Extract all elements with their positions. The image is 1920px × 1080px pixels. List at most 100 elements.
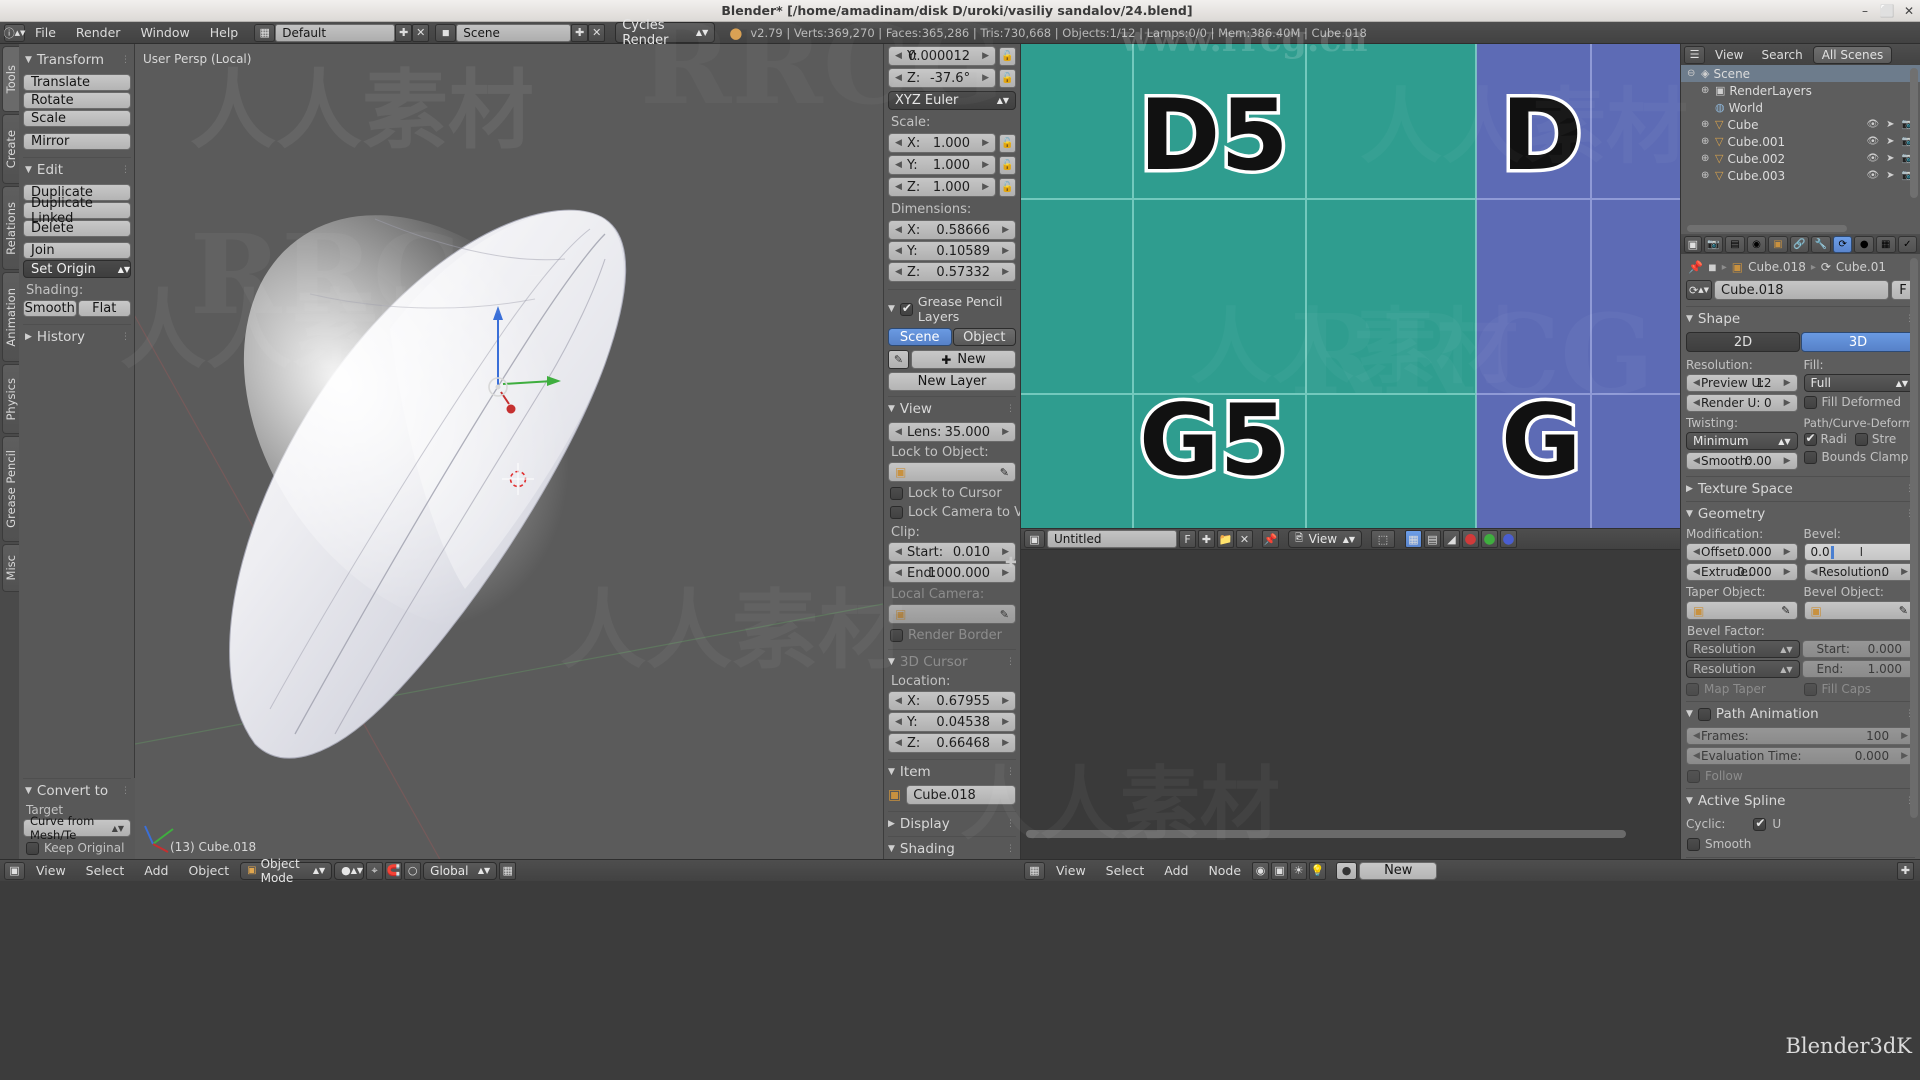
bevel-object-field[interactable]: ▣ ✎ [1804,601,1916,620]
cursor-arrow-icon[interactable]: ➤ [1886,136,1894,147]
lock-to-cursor-checkbox[interactable] [890,487,903,500]
eyedropper-icon[interactable]: ✎ [1000,608,1009,621]
lens-value[interactable]: 35.000 [945,425,991,440]
outliner-editor-type-icon[interactable]: ☰ [1684,46,1705,64]
scene-remove-button[interactable]: ✕ [588,24,605,42]
uv-texture-preview[interactable]: D5 D G5 G [1021,44,1680,528]
breadcrumb-data[interactable]: Cube.01 [1836,260,1886,274]
curve-datablock-name-field[interactable]: Cube.018 [1714,280,1889,300]
outliner-row[interactable]: ⊕▽Cube.003👁➤📷 [1681,167,1920,184]
outliner-menu-view[interactable]: View [1707,48,1751,62]
outliner-menu-search[interactable]: Search [1753,48,1810,62]
uv-channel-zdepth-button[interactable]: ◢ [1443,530,1460,548]
panel-header-texture-space[interactable]: ▶ Texture Space ⋮ [1686,481,1915,497]
bounds-clamp-checkbox[interactable] [1804,451,1817,464]
scene-add-button[interactable]: ✚ [571,24,588,42]
twisting-method-select[interactable]: Minimum▲▼ [1686,432,1798,450]
outliner-row[interactable]: ⊕▽Cube.002👁➤📷 [1681,150,1920,167]
curve-datablock-icon[interactable]: ⟳▲▼ [1686,280,1712,300]
uv-view-menu[interactable]: 🖻 View ▲▼ [1288,530,1362,548]
outliner-scrollbar-vertical[interactable] [1910,68,1918,198]
bevel-depth-input[interactable]: 0.0 I [1804,543,1916,561]
properties-tab-render[interactable]: 📷 [1704,236,1724,253]
lock-scale-y-icon[interactable]: 🔓 [999,156,1016,175]
cursor-arrow-icon[interactable]: ➤ [1886,170,1894,181]
outliner-row[interactable]: ⊕▣RenderLayers [1681,82,1920,99]
properties-tab-material[interactable]: ● [1854,236,1874,253]
panel-header-view[interactable]: ▼ View ⋮ [888,401,1016,417]
panel-header-transform[interactable]: ▼ Transform ⋮ [25,52,131,68]
3d-viewport[interactable]: User Persp (Local) (13) Cube.018 [135,44,883,859]
interaction-mode-select[interactable]: ▣ Object Mode ▲▼ [240,862,332,880]
outliner-expand-icon[interactable]: ⊕ [1701,85,1711,96]
lock-rotation-z-icon[interactable]: 🔓 [999,69,1016,88]
node-material-datablock-icon[interactable]: ● [1336,862,1357,880]
eye-icon[interactable]: 👁 [1866,136,1879,147]
window-close-button[interactable]: ✕ [1898,4,1920,18]
uv-image-canvas[interactable]: D5 D G5 G [1021,44,1680,528]
eyedropper-icon[interactable]: ✎ [1899,604,1908,617]
panel-header-convert-to[interactable]: ▼ Convert to ⋮ [25,783,131,799]
outliner-row[interactable]: ⊕▽Cube.001👁➤📷 [1681,133,1920,150]
grease-pencil-datablock-icon[interactable]: ✎ [888,350,909,369]
bevel-factor-start-field[interactable]: Start: 0.000 [1802,640,1916,658]
snap-magnet-icon[interactable]: 🧲 [385,862,402,880]
rotation-z-value[interactable]: -37.6° [930,71,970,86]
properties-tab-scene[interactable]: ◉ [1747,236,1767,253]
screen-layout-icon[interactable]: ▦ [254,24,275,42]
menu-render[interactable]: Render [66,25,131,40]
pin-icon[interactable]: 📌 [1262,530,1279,548]
rotation-mode-select[interactable]: XYZ Euler▲▼ [888,91,1016,110]
uv-pivot-icon[interactable]: ⬚ [1371,530,1395,548]
grease-pencil-enable-checkbox[interactable] [900,303,913,316]
panel-header-active-spline[interactable]: ▼ Active Spline ⋮ [1686,793,1915,809]
gp-new-button[interactable]: ✚New [911,350,1016,369]
stretch-checkbox[interactable] [1855,433,1868,446]
follow-checkbox[interactable] [1687,770,1700,783]
radius-checkbox[interactable] [1804,433,1817,446]
gp-new-layer-button[interactable]: New Layer [888,372,1016,391]
render-border-checkbox[interactable] [890,629,903,642]
outliner-row[interactable]: ⊕▽Cube👁➤📷 [1681,116,1920,133]
scale-z-value[interactable]: 1.000 [933,180,970,195]
bevel-factor-end-field[interactable]: End: 1.000 [1802,660,1916,678]
image-unlink-button[interactable]: ✕ [1236,530,1253,548]
viewport-menu-view[interactable]: View [27,863,75,878]
uv-channel-green-button[interactable]: ● [1481,530,1498,548]
panel-header-edit[interactable]: ▼ Edit ⋮ [25,162,131,178]
clip-start-value[interactable]: 0.010 [953,545,990,560]
eyedropper-icon[interactable]: ✎ [1000,466,1009,479]
menu-file[interactable]: File [25,25,66,40]
pivot-center-icon[interactable]: ⌖ [366,862,383,880]
editor-type-info-icon[interactable]: ⓘ▲▼ [4,24,25,42]
tool-join-button[interactable]: Join [23,242,131,259]
panel-header-geometry[interactable]: ▼ Geometry ⋮ [1686,506,1915,522]
screen-layout-field[interactable]: Default [275,24,395,42]
uv-channel-alpha-button[interactable]: ▤ [1424,530,1441,548]
outliner-scrollbar-horizontal[interactable] [1687,225,1847,232]
proportional-edit-icon[interactable]: ○ [404,862,421,880]
path-evaluation-time-field[interactable]: ◀Evaluation Time: 0.000▶ [1686,747,1915,765]
dimension-z-value[interactable]: 0.57332 [936,265,990,280]
outliner-expand-icon[interactable]: ⊕ [1701,119,1711,130]
lock-scale-z-icon[interactable]: 🔓 [999,178,1016,197]
panel-header-item[interactable]: ▼ Item ⋮ [888,764,1016,780]
node-menu-node[interactable]: Node [1199,863,1250,878]
image-new-button[interactable]: ✚ [1198,530,1215,548]
node-editor-type-icon[interactable]: ▦ [1024,862,1045,880]
node-menu-add[interactable]: Add [1155,863,1197,878]
image-fake-user-button[interactable]: F [1179,530,1196,548]
map-taper-checkbox[interactable] [1686,683,1699,696]
spline-smooth-checkbox[interactable] [1687,838,1700,851]
screen-layout-remove-button[interactable]: ✕ [412,24,429,42]
breadcrumb-object[interactable]: Cube.018 [1748,260,1806,274]
path-frames-field[interactable]: ◀Frames: 100▶ [1686,727,1915,745]
image-open-button[interactable]: 📁 [1217,530,1234,548]
properties-tab-constraints[interactable]: 🔗 [1790,236,1810,253]
lock-camera-to-view-checkbox[interactable] [890,506,903,519]
eye-icon[interactable]: 👁 [1866,170,1879,181]
outliner-filter-all-scenes[interactable]: All Scenes [1813,46,1893,64]
cursor-y-value[interactable]: 0.04538 [936,715,990,730]
window-minimize-button[interactable]: – [1854,4,1876,18]
cursor-arrow-icon[interactable]: ➤ [1886,153,1894,164]
